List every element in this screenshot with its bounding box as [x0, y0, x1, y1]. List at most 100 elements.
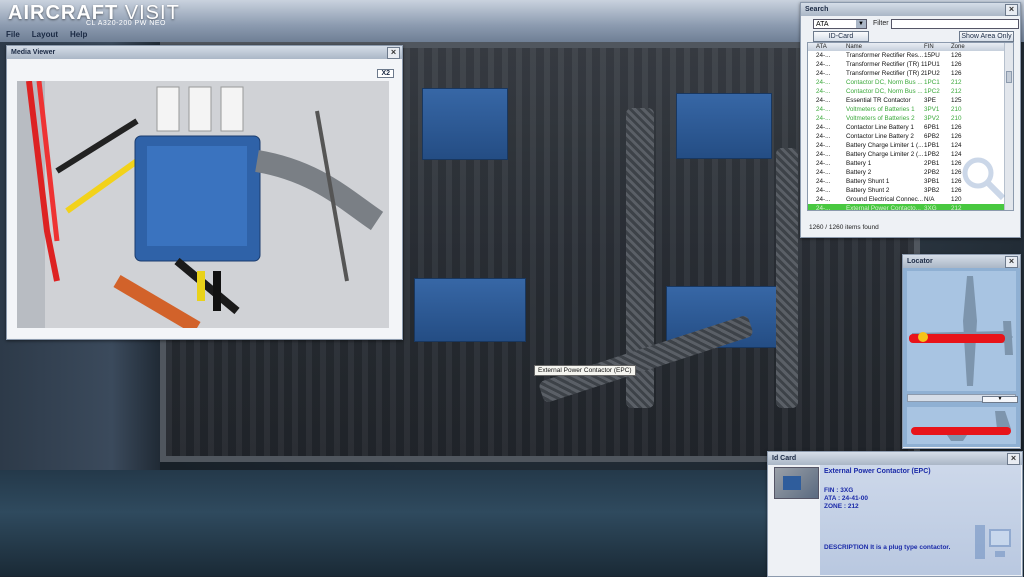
contactor-block[interactable]	[414, 278, 526, 342]
component-photo[interactable]	[17, 81, 389, 328]
media-viewer-close-button[interactable]: ×	[387, 47, 400, 59]
component-name: External Power Contactor (EPC)	[824, 468, 931, 475]
cell-ata: 24-...	[816, 142, 831, 149]
locator-slider[interactable]: ▼	[907, 394, 1018, 403]
cell-fin: 3PV1	[924, 106, 940, 113]
search-window: Search × ATA ▼ Filter : ID-Card Show Are…	[800, 2, 1021, 238]
table-row[interactable]: 24-... Contactor DC, Norm Bus ... 1PC1 212	[808, 78, 1013, 87]
filter-mode-value: ATA	[816, 21, 829, 28]
locator-body: ▼	[903, 268, 1020, 447]
zoom-x2-button[interactable]: X2	[377, 69, 394, 78]
aircraft-top-view[interactable]	[907, 271, 1016, 391]
id-card-close-button[interactable]: ×	[1007, 453, 1020, 465]
menu-layout[interactable]: Layout	[26, 29, 64, 42]
items-found-count: 1260 / 1260 items found	[809, 224, 879, 231]
cell-fin: 3PB2	[924, 187, 940, 194]
cell-ata: 24-...	[816, 97, 831, 104]
show-area-only-button[interactable]: Show Area Only	[959, 31, 1014, 42]
table-row[interactable]: 24-... Voltmeters of Batteries 2 3PV2 210	[808, 114, 1013, 123]
media-viewer-title: Media Viewer	[11, 49, 56, 56]
cell-zone: 212	[951, 88, 962, 95]
component-fin: FIN : 3XG	[824, 487, 854, 494]
cell-name: Battery 1	[846, 160, 872, 167]
cell-ata: 24-...	[816, 52, 831, 59]
table-row[interactable]: 24-... Battery Charge Limiter 1 (... 1PB1 1…	[808, 141, 1013, 150]
search-close-button[interactable]: ×	[1005, 4, 1018, 16]
cell-ata: 24-...	[816, 178, 831, 185]
table-row[interactable]: 24-... Transformer Rectifier (TR) 2 1PU2 12…	[808, 69, 1013, 78]
media-viewer-body: X2	[7, 59, 402, 338]
column-header-name[interactable]: Name	[846, 43, 924, 51]
cell-zone: 210	[951, 115, 962, 122]
menu-file[interactable]: File	[0, 29, 26, 42]
column-header-ata[interactable]: ATA	[808, 43, 846, 51]
component-tooltip: External Power Contactor (EPC)	[534, 365, 636, 376]
wire-harness	[776, 148, 798, 408]
table-row[interactable]: 24-... Essential TR Contactor 3PE 125	[808, 96, 1013, 105]
cell-ata: 24-...	[816, 133, 831, 140]
cell-ata: 24-...	[816, 124, 831, 131]
contactor-block[interactable]	[422, 88, 508, 160]
table-row[interactable]: 24-... Contactor Line Battery 1 6PB1 126	[808, 123, 1013, 132]
cell-zone: 126	[951, 124, 962, 131]
contactor-block[interactable]	[676, 93, 772, 159]
cell-zone: 126	[951, 52, 962, 59]
id-card-button[interactable]: ID-Card	[813, 31, 869, 42]
table-row[interactable]: 24-... External Power Contacto... 3XG 212	[808, 204, 1013, 211]
cell-fin: 1PU1	[924, 61, 940, 68]
table-header: ATA Name FIN Zone	[808, 43, 1013, 51]
chevron-down-icon[interactable]: ▼	[982, 396, 1018, 403]
cell-ata: 24-...	[816, 160, 831, 167]
photo-illustration	[17, 81, 389, 328]
column-header-fin[interactable]: FIN	[924, 43, 951, 51]
table-row[interactable]: 24-... Transformer Rectifier Res... 15PU 12…	[808, 51, 1013, 60]
cell-name: Battery Charge Limiter 2 (...	[846, 151, 924, 158]
id-card-body: External Power Contactor (EPC) FIN : 3XG…	[768, 465, 1022, 575]
cell-name: Transformer Rectifier (TR) 2	[846, 70, 924, 77]
table-row[interactable]: 24-... Voltmeters of Batteries 1 3PV1 210	[808, 105, 1013, 114]
media-viewer-title-bar[interactable]: Media Viewer ×	[7, 46, 402, 59]
cell-fin: 3PE	[924, 97, 936, 104]
id-card-title-bar[interactable]: Id Card ×	[768, 452, 1022, 465]
cell-name: Contactor DC, Norm Bus ...	[846, 88, 923, 95]
cell-ata: 24-...	[816, 169, 831, 176]
locator-close-button[interactable]: ×	[1005, 256, 1018, 268]
component-thumbnail[interactable]	[774, 467, 819, 499]
cell-fin: 2PB2	[924, 169, 940, 176]
cell-fin: 1PU2	[924, 70, 940, 77]
cell-fin: 1PB2	[924, 151, 940, 158]
cell-ata: 24-...	[816, 88, 831, 95]
component-description: DESCRIPTION It is a plug type contactor.	[824, 544, 951, 551]
cell-name: Transformer Rectifier (TR) 1	[846, 61, 924, 68]
aircraft-side-view-icon	[911, 411, 1011, 441]
menu-help[interactable]: Help	[64, 29, 93, 42]
cell-zone: 126	[951, 70, 962, 77]
cell-fin: 15PU	[924, 52, 940, 59]
cell-ata: 24-...	[816, 151, 831, 158]
search-title-bar[interactable]: Search ×	[801, 3, 1020, 16]
aircraft-top-view-icon	[909, 276, 1013, 386]
cell-fin: 2PB1	[924, 160, 940, 167]
table-row[interactable]: 24-... Contactor DC, Norm Bus ... 1PC2 212	[808, 87, 1013, 96]
table-row[interactable]: 24-... Contactor Line Battery 2 6PB2 126	[808, 132, 1013, 141]
cell-fin: 3PB1	[924, 178, 940, 185]
cell-zone: 210	[951, 106, 962, 113]
cell-name: Battery Charge Limiter 1 (...	[846, 142, 924, 149]
locator-title-bar[interactable]: Locator ×	[903, 255, 1020, 268]
id-card-details: External Power Contactor (EPC) FIN : 3XG…	[820, 465, 1021, 575]
cell-ata: 24-...	[816, 70, 831, 77]
search-title: Search	[805, 6, 829, 13]
computer-watermark-icon	[975, 525, 1011, 559]
scrollbar-thumb[interactable]	[1006, 71, 1012, 83]
chevron-down-icon[interactable]: ▼	[856, 20, 866, 28]
filter-mode-select[interactable]: ATA ▼	[813, 19, 867, 29]
component-zone: ZONE : 212	[824, 503, 859, 510]
cell-name: External Power Contacto...	[846, 205, 921, 211]
cell-ata: 24-...	[816, 79, 831, 86]
filter-input[interactable]	[891, 19, 1019, 29]
cell-ata: 24-...	[816, 205, 831, 211]
table-row[interactable]: 24-... Transformer Rectifier (TR) 1 1PU1 12…	[808, 60, 1013, 69]
cell-zone: 125	[951, 97, 962, 104]
column-header-zone[interactable]: Zone	[951, 43, 981, 51]
aircraft-side-view[interactable]	[907, 407, 1016, 444]
